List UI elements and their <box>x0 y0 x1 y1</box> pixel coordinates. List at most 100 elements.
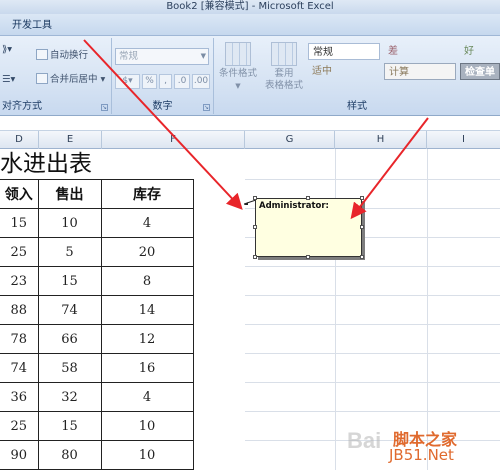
increase-decimal-button[interactable]: .0 <box>174 74 190 89</box>
table-cell[interactable]: 80 <box>37 440 102 470</box>
table-cell[interactable]: 25 <box>0 237 39 267</box>
table-cell[interactable]: 90 <box>0 440 39 470</box>
merge-center-icon <box>36 73 48 84</box>
table-cell[interactable]: 10 <box>100 411 194 441</box>
column-header-f[interactable]: F <box>102 131 245 149</box>
resize-handle[interactable] <box>360 255 364 259</box>
table-header-row: 领入 售出 库存 <box>0 179 194 209</box>
percent-button[interactable]: % <box>142 74 157 89</box>
number-launcher-icon[interactable]: ↘ <box>203 104 210 111</box>
table-row: 25 5 20 <box>0 237 194 267</box>
table-row: 78 66 12 <box>0 324 194 354</box>
header-cell-stock[interactable]: 库存 <box>100 179 194 209</box>
gridline <box>427 149 428 470</box>
gridline <box>245 353 500 354</box>
conditional-format-label: 条件格式 <box>218 68 257 79</box>
wrap-text-icon <box>36 49 48 60</box>
orientation-button[interactable]: ⟫▾ <box>2 42 12 58</box>
table-cell[interactable]: 58 <box>37 353 102 383</box>
format-as-table-button[interactable]: 套用 表格格式 <box>262 42 306 92</box>
column-header-g[interactable]: G <box>245 131 335 149</box>
group-styles: 条件格式 ▼ 套用 表格格式 常规 差 好 适中 计算 检查单 样式 <box>214 38 500 114</box>
column-header-d[interactable]: D <box>0 131 39 149</box>
inventory-table: 领入 售出 库存 15 10 4 25 5 20 23 15 8 88 74 14 78 66 12 74 58… <box>0 179 194 470</box>
style-neutral[interactable]: 适中 <box>308 63 380 80</box>
decrease-decimal-button[interactable]: .00 <box>192 74 210 89</box>
table-cell[interactable]: 15 <box>0 208 39 238</box>
format-as-table-label-1: 套用 <box>274 68 294 79</box>
comma-button[interactable]: , <box>159 74 172 89</box>
table-cell[interactable]: 32 <box>37 382 102 412</box>
ribbon-tab-row: 开发工具 <box>0 14 500 36</box>
table-cell[interactable]: 16 <box>100 353 194 383</box>
gridline <box>245 382 500 383</box>
header-cell-received[interactable]: 领入 <box>0 179 39 209</box>
resize-handle[interactable] <box>253 255 257 259</box>
wrap-text-label: 自动换行 <box>50 50 89 61</box>
gridline <box>245 266 500 267</box>
style-normal[interactable]: 常规 <box>308 43 380 60</box>
table-cell[interactable]: 74 <box>0 353 39 383</box>
gridline <box>245 295 500 296</box>
table-cell[interactable]: 8 <box>100 266 194 296</box>
watermark-logo-icon: Bai <box>347 428 382 453</box>
watermark: Bai 脚本之家 JB51.Net <box>345 424 495 466</box>
column-header-row: D E F G H I <box>0 131 500 149</box>
table-cell[interactable]: 15 <box>37 266 102 296</box>
table-cell[interactable]: 23 <box>0 266 39 296</box>
style-bad[interactable]: 差 <box>384 43 456 60</box>
wrap-text-button[interactable]: 自动换行 <box>36 48 88 64</box>
watermark-url: JB51.Net <box>389 446 454 464</box>
table-cell[interactable]: 74 <box>37 295 102 325</box>
style-good[interactable]: 好 <box>460 43 500 60</box>
table-cell[interactable]: 10 <box>37 208 102 238</box>
table-cell[interactable]: 78 <box>0 324 39 354</box>
group-styles-label: 样式 <box>347 101 367 112</box>
table-cell[interactable]: 4 <box>100 382 194 412</box>
alignment-launcher-icon[interactable]: ↘ <box>101 104 108 111</box>
table-cell[interactable]: 4 <box>100 208 194 238</box>
number-format-select[interactable]: 常规 ▼ <box>115 48 209 65</box>
column-header-h[interactable]: H <box>335 131 427 149</box>
style-calculation[interactable]: 计算 <box>384 63 456 80</box>
table-cell[interactable]: 25 <box>0 411 39 441</box>
table-cell[interactable]: 15 <box>37 411 102 441</box>
conditional-format-button[interactable]: 条件格式 ▼ <box>216 42 260 92</box>
table-cell[interactable]: 14 <box>100 295 194 325</box>
gridline <box>245 179 500 180</box>
currency-button[interactable]: $▾ <box>115 74 140 89</box>
resize-handle[interactable] <box>360 196 364 200</box>
resize-handle[interactable] <box>253 196 257 200</box>
resize-handle[interactable] <box>360 225 364 229</box>
table-row: 88 74 14 <box>0 295 194 325</box>
header-cell-sold[interactable]: 售出 <box>37 179 102 209</box>
table-cell[interactable]: 12 <box>100 324 194 354</box>
window-title-bar: Book2 [兼容模式] - Microsoft Excel <box>0 0 500 14</box>
table-cell[interactable]: 10 <box>100 440 194 470</box>
gridline <box>245 324 500 325</box>
table-cell[interactable]: 66 <box>37 324 102 354</box>
table-row: 23 15 8 <box>0 266 194 296</box>
table-cell[interactable]: 36 <box>0 382 39 412</box>
style-check-cell[interactable]: 检查单 <box>460 63 500 80</box>
column-header-e[interactable]: E <box>39 131 102 149</box>
table-cell[interactable]: 5 <box>37 237 102 267</box>
table-row: 74 58 16 <box>0 353 194 383</box>
cell-comment-box[interactable]: Administrator: <box>253 196 364 259</box>
resize-handle[interactable] <box>253 225 257 229</box>
table-cell[interactable]: 88 <box>0 295 39 325</box>
comment-author: Administrator: <box>259 201 329 211</box>
table-cell[interactable]: 20 <box>100 237 194 267</box>
chevron-down-icon: ▼ <box>200 52 206 60</box>
resize-handle[interactable] <box>306 255 310 259</box>
sheet-title-cell[interactable]: 水进出表 <box>0 149 92 179</box>
indent-button[interactable]: ☰▾ <box>2 72 15 88</box>
resize-handle[interactable] <box>306 196 310 200</box>
merge-center-button[interactable]: 合并后居中 ▾ <box>36 72 105 88</box>
format-as-table-label-2: 表格格式 <box>264 80 303 91</box>
column-header-i[interactable]: I <box>427 131 500 149</box>
tab-developer[interactable]: 开发工具 <box>6 17 58 34</box>
format-as-table-icon <box>271 42 297 66</box>
gridline <box>245 411 500 412</box>
conditional-format-icon <box>225 42 251 66</box>
